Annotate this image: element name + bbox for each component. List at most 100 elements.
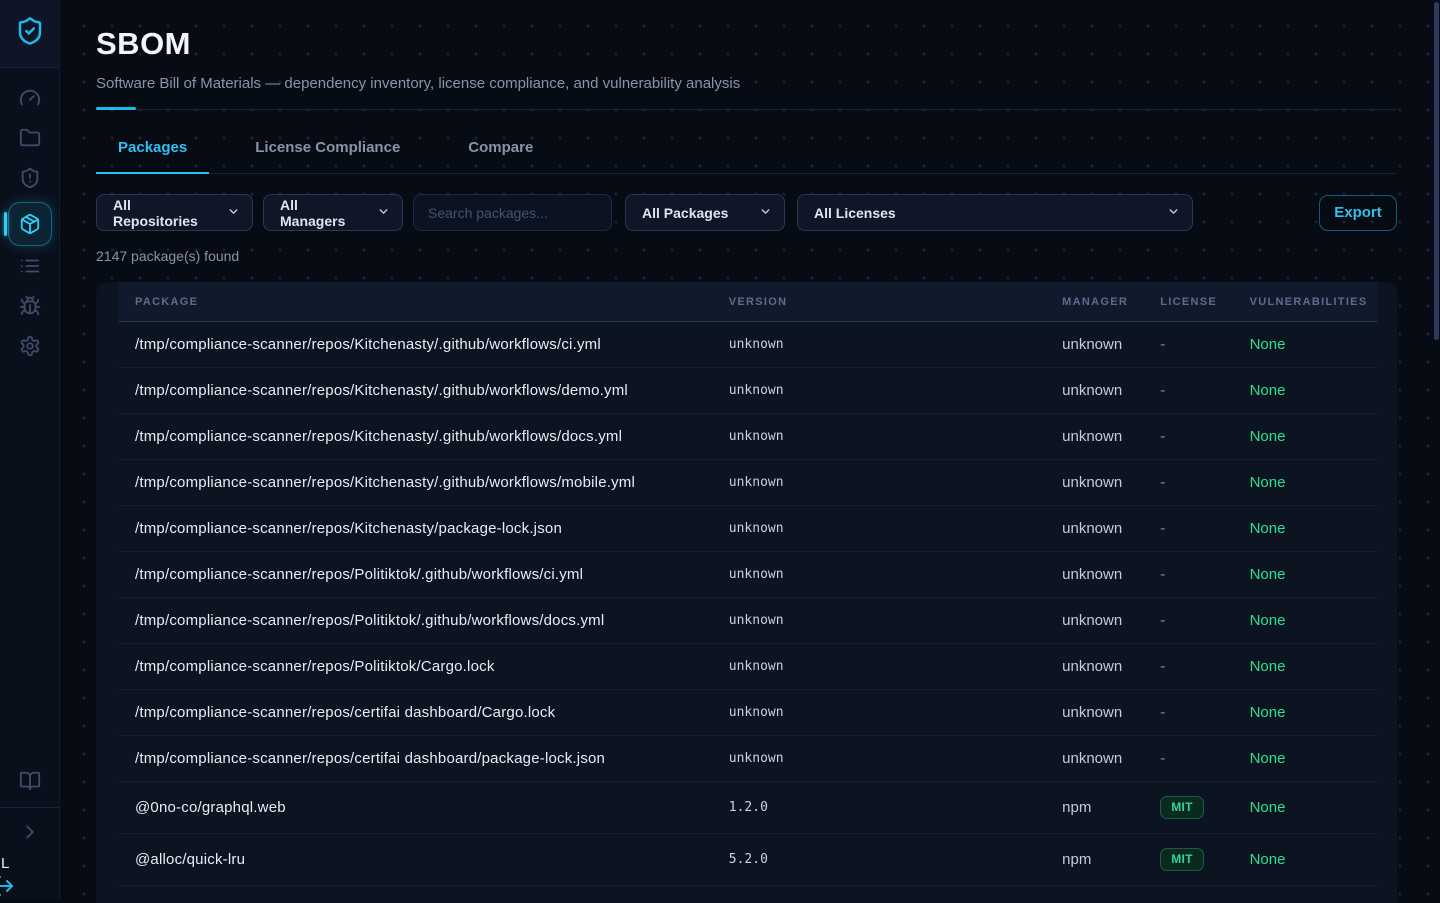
scrollbar-thumb[interactable] <box>1434 2 1439 340</box>
table-row: /tmp/compliance-scanner/repos/certifai d… <box>119 736 1377 782</box>
manager-cell: unknown <box>1046 322 1144 368</box>
vulnerabilities-cell: None <box>1234 736 1377 782</box>
gauge-icon <box>19 87 41 114</box>
manager-cell: npm <box>1046 834 1144 886</box>
sidebar-item-docs[interactable] <box>0 763 60 803</box>
sidebar-item-repositories[interactable] <box>0 120 60 160</box>
packages-select[interactable]: All Packages <box>625 194 785 231</box>
vulnerabilities-cell: None <box>1234 506 1377 552</box>
vulnerabilities-cell: None <box>1234 322 1377 368</box>
sidebar-collapse-button[interactable] <box>0 814 60 854</box>
folder-icon <box>19 127 41 154</box>
search-input[interactable] <box>413 194 612 231</box>
package-cell: /tmp/compliance-scanner/repos/Kitchenast… <box>119 368 713 414</box>
version-cell: unknown <box>713 552 1046 598</box>
manager-cell: unknown <box>1046 644 1144 690</box>
license-cell: - <box>1144 690 1233 736</box>
manager-cell: unknown <box>1046 460 1144 506</box>
version-cell: unknown <box>713 460 1046 506</box>
tab-packages[interactable]: Packages <box>96 110 209 173</box>
license-cell: MIT <box>1144 834 1233 886</box>
export-button[interactable]: Export <box>1319 195 1397 231</box>
package-cell: /tmp/compliance-scanner/repos/Kitchenast… <box>119 414 713 460</box>
sidebar-item-vulnerabilities[interactable] <box>0 288 60 328</box>
manager-cell: unknown <box>1046 552 1144 598</box>
app-logo[interactable] <box>0 0 59 68</box>
sidebar-item-violations[interactable] <box>0 160 60 200</box>
version-cell: 5.2.0 <box>713 834 1046 886</box>
license-cell: - <box>1144 368 1233 414</box>
tab-bar: Packages License Compliance Compare <box>96 110 1397 174</box>
license-cell: - <box>1144 644 1233 690</box>
manager-cell: unknown <box>1046 736 1144 782</box>
packages-table-card: Package Version Manager License Vulnerab… <box>96 282 1397 903</box>
package-cell: /tmp/compliance-scanner/repos/Politiktok… <box>119 644 713 690</box>
active-nav-indicator <box>4 212 7 236</box>
package-cell: /tmp/compliance-scanner/repos/Politiktok… <box>119 598 713 644</box>
package-cell: /tmp/compliance-scanner/repos/Politiktok… <box>119 552 713 598</box>
license-cell: - <box>1144 506 1233 552</box>
managers-select[interactable]: All Managers <box>263 194 403 231</box>
version-cell: unknown <box>713 736 1046 782</box>
license-cell: - <box>1144 598 1233 644</box>
column-header-vulnerabilities: Vulnerabilities <box>1234 282 1377 322</box>
licenses-select[interactable]: All Licenses <box>797 194 1193 231</box>
table-row: /tmp/compliance-scanner/repos/Kitchenast… <box>119 460 1377 506</box>
manager-cell: unknown <box>1046 368 1144 414</box>
manager-cell: unknown <box>1046 506 1144 552</box>
manager-cell: npm <box>1046 782 1144 834</box>
table-row: /tmp/compliance-scanner/repos/Kitchenast… <box>119 506 1377 552</box>
tab-license-compliance[interactable]: License Compliance <box>233 110 422 173</box>
vulnerabilities-cell: None <box>1234 782 1377 834</box>
version-cell: unknown <box>713 598 1046 644</box>
shield-alert-icon <box>19 167 41 194</box>
chevron-right-icon <box>19 821 41 848</box>
package-cell: /tmp/compliance-scanner/repos/Kitchenast… <box>119 460 713 506</box>
license-cell: - <box>1144 736 1233 782</box>
vulnerabilities-cell: None <box>1234 414 1377 460</box>
table-row: /tmp/compliance-scanner/repos/Politiktok… <box>119 644 1377 690</box>
book-open-icon <box>19 770 41 797</box>
column-header-manager: Manager <box>1046 282 1144 322</box>
managers-select-value: All Managers <box>280 197 367 229</box>
package-cell: @alloc/quick-lru <box>119 834 713 886</box>
sidebar-item-settings[interactable] <box>0 328 60 368</box>
list-icon <box>19 255 41 282</box>
chevron-down-icon <box>1167 205 1180 221</box>
table-row: /tmp/compliance-scanner/repos/Kitchenast… <box>119 322 1377 368</box>
table-row: @alloc/quick-lru5.2.0npm MIT None <box>119 834 1377 886</box>
version-cell: unknown <box>713 368 1046 414</box>
sidebar-item-dashboard[interactable] <box>0 80 60 120</box>
vulnerabilities-cell: None <box>1234 460 1377 506</box>
repositories-select[interactable]: All Repositories <box>96 194 253 231</box>
license-cell: - <box>1144 322 1233 368</box>
license-badge: MIT <box>1160 848 1204 871</box>
logout-button[interactable] <box>0 874 60 900</box>
column-header-license: License <box>1144 282 1233 322</box>
table-row: @0no-co/graphql.web1.2.0npmMITNone <box>119 782 1377 834</box>
page-title: SBOM <box>96 26 1397 62</box>
logout-icon <box>0 885 15 902</box>
table-header-row: Package Version Manager License Vulnerab… <box>119 282 1377 322</box>
package-cell: @0no-co/graphql.web <box>119 782 713 834</box>
tab-compare[interactable]: Compare <box>446 110 555 173</box>
version-cell: unknown <box>713 414 1046 460</box>
version-cell: unknown <box>713 506 1046 552</box>
version-cell: unknown <box>713 644 1046 690</box>
chevron-down-icon <box>759 205 772 221</box>
table-row: /tmp/compliance-scanner/repos/certifai d… <box>119 690 1377 736</box>
vulnerabilities-cell: None <box>1234 834 1377 886</box>
table-row: /tmp/compliance-scanner/repos/Kitchenast… <box>119 368 1377 414</box>
sidebar-bottom: L <box>0 763 60 900</box>
results-count: 2147 package(s) found <box>96 248 1397 264</box>
shield-check-icon <box>15 16 45 51</box>
sidebar-item-sbom[interactable] <box>0 200 60 248</box>
main-content: SBOM Software Bill of Materials — depend… <box>60 26 1440 903</box>
sidebar-item-inventory[interactable] <box>0 248 60 288</box>
vulnerabilities-cell: None <box>1234 644 1377 690</box>
manager-cell: unknown <box>1046 690 1144 736</box>
license-cell: MIT <box>1144 782 1233 834</box>
manager-cell: unknown <box>1046 598 1144 644</box>
version-cell: unknown <box>713 690 1046 736</box>
package-cell: /tmp/compliance-scanner/repos/Kitchenast… <box>119 506 713 552</box>
